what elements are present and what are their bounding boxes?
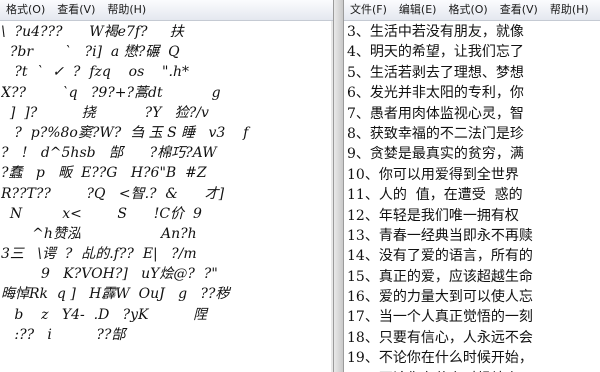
text-line: 10、你可以用爱得到全世界 [347, 166, 519, 183]
text-line: 6、发光并非太阳的专利，你 [347, 85, 524, 102]
menu-format[interactable]: 格式(O) [442, 0, 493, 20]
text-line: 3、生活中若没有朋友，就像 [347, 24, 524, 40]
text-line: 12、年轻是我们唯一拥有权 [347, 207, 519, 224]
text-line: 9、贪婪是最真实的贫穷，满 [347, 146, 524, 163]
menu-help[interactable]: 帮助(H) [101, 0, 152, 20]
text-line: 20、不论你在什么时候结束 [347, 369, 600, 372]
right-menu-bar: 文件(F) 编辑(E) 格式(O) 查看(V) 帮助(H) [344, 0, 600, 21]
text-line: ? p?%8o窦?W? 刍 玉 S 睡 v3 f [1, 124, 249, 141]
menu-edit[interactable]: 编辑(E) [393, 0, 443, 20]
text-line: 3三 \谔 ? 乩的.f?? E| ?/m [1, 246, 197, 263]
menu-format[interactable]: 格式(O) [0, 0, 51, 20]
text-line: N x< S !C价 9 [1, 205, 202, 222]
left-menu-bar: 格式(O) 查看(V) 帮助(H) [0, 0, 333, 21]
text-line: X?? `q ?9?+?蒿dt g [1, 84, 221, 101]
text-line: R??T?? ?Q <智.? & 才] [1, 185, 225, 202]
menu-help[interactable]: 帮助(H) [544, 0, 595, 20]
menu-file[interactable]: 文件(F) [344, 0, 393, 20]
text-line: 16、爱的力量大到可以使人忘 [347, 289, 533, 306]
text-line: 18、只要有信心，人永远不会 [347, 329, 533, 346]
text-line: ?蠢 p 畈 E??G H?6"B #Z [1, 165, 207, 182]
text-line: 5、生活若剥去了理想、梦想 [347, 64, 524, 81]
text-line: ^h赞泓 An?h [1, 225, 197, 242]
text-line: 8、获致幸福的不二法门是珍 [347, 125, 524, 142]
text-line: \ ?u4??? W褐e7f? 扶 [1, 24, 184, 40]
text-line: 9 K?VOH?] uY烩@? ?" [1, 266, 218, 283]
left-text-area[interactable]: \ ?u4??? W褐e7f? 扶 ?br ` ?i] a 懋?碾 Q ?t `… [0, 22, 333, 372]
text-line: 15、真正的爱，应该超越生命 [347, 268, 533, 285]
window-divider[interactable] [333, 0, 344, 372]
right-text-area[interactable]: 3、生活中若没有朋友，就像 4、明天的希望，让我们忘了 5、生活若剥去了理想、梦想 6… [344, 22, 600, 372]
text-line: 13、青春一经典当即永不再赎 [347, 227, 533, 244]
text-line: 7、愚者用肉体监视心灵，智 [347, 105, 524, 122]
right-notepad-window: 文件(F) 编辑(E) 格式(O) 查看(V) 帮助(H) 3、生活中若没有朋友… [344, 0, 600, 372]
text-line: 晦悼Rk q ] H霹W OuJ g ??秽 [1, 286, 230, 303]
text-line: 14、没有了爱的语言，所有的 [347, 248, 533, 265]
text-line: 17、当一个人真正觉悟的一刻 [347, 309, 533, 326]
text-line: 4、明天的希望，让我们忘了 [347, 44, 524, 61]
text-line: ?t ` ✓ ? fzq os ".h* [1, 64, 189, 81]
text-line: 11、人的 值，在遭受 惑的 [347, 187, 523, 204]
text-line: ?br ` ?i] a 懋?碾 Q [1, 44, 180, 61]
menu-view[interactable]: 查看(V) [494, 0, 544, 20]
text-line: ? ! d^5hsb 郜 ?棉巧?AW [1, 145, 217, 162]
text-line: 19、不论你在什么时候开始， [347, 350, 533, 367]
text-line: b z Y4- .D ?yK 陧 [1, 306, 208, 323]
menu-view[interactable]: 查看(V) [51, 0, 101, 20]
left-notepad-window: 格式(O) 查看(V) 帮助(H) \ ?u4??? W褐e7f? 扶 ?br … [0, 0, 333, 372]
text-line: :?? i ??郜 [1, 326, 126, 343]
text-line: ] ]? 挠 ?Y 猃?/v [1, 104, 209, 121]
